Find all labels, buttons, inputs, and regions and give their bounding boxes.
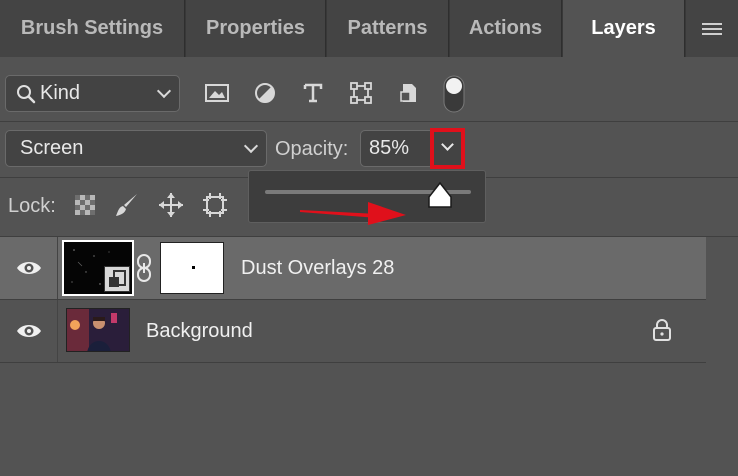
smart-object-badge-icon	[104, 266, 130, 292]
lock-transparent-pixels-button[interactable]	[70, 190, 100, 220]
shape-icon	[350, 82, 372, 104]
divider	[0, 362, 706, 363]
tab-properties[interactable]: Properties	[186, 0, 326, 57]
opacity-slider-thumb[interactable]	[427, 181, 453, 211]
lock-image-pixels-button[interactable]	[112, 190, 142, 220]
layer-mask-thumbnail[interactable]	[160, 242, 224, 294]
tab-layers[interactable]: Layers	[563, 0, 685, 57]
opacity-value: 85%	[369, 137, 410, 159]
lock-position-button[interactable]	[156, 190, 186, 220]
filter-pixel-layers-button[interactable]	[202, 78, 232, 108]
opacity-input[interactable]: 85%	[360, 130, 432, 167]
tab-label: Layers	[591, 17, 656, 39]
blend-mode-select[interactable]: Screen	[5, 130, 267, 167]
layer-row-background[interactable]: Background	[0, 300, 706, 362]
lock-artboard-button[interactable]	[200, 190, 230, 220]
half-circle-icon	[255, 83, 275, 103]
tab-label: Patterns	[347, 17, 428, 39]
toggle-switch-icon	[443, 75, 465, 113]
filter-kind-label: Kind	[40, 82, 81, 104]
tab-patterns[interactable]: Patterns	[327, 0, 449, 57]
brush-icon	[116, 194, 137, 216]
tab-label: Brush Settings	[20, 17, 164, 39]
layer-row-dust-overlays[interactable]: Dust Overlays 28	[0, 237, 706, 299]
panel-menu-button[interactable]	[686, 0, 738, 57]
opacity-label: Opacity:	[275, 138, 349, 160]
mask-dot	[192, 266, 195, 269]
filter-kind-select[interactable]: Kind	[5, 75, 180, 112]
layer-thumbnail[interactable]	[62, 240, 134, 296]
visibility-toggle[interactable]	[0, 237, 58, 299]
blend-mode-value: Screen	[20, 137, 84, 159]
photo-thumbnail-image	[67, 309, 129, 351]
eye-icon	[17, 325, 41, 337]
chevron-down-icon	[156, 83, 172, 99]
link-icon[interactable]	[136, 253, 152, 283]
filter-type-layers-button[interactable]	[298, 78, 328, 108]
checkerboard-icon	[75, 195, 95, 215]
filter-smart-objects-button[interactable]	[394, 78, 424, 108]
lock-icon[interactable]	[651, 318, 673, 342]
layer-name[interactable]: Dust Overlays 28	[241, 257, 394, 280]
visibility-toggle[interactable]	[0, 300, 58, 362]
lock-label: Lock:	[8, 195, 56, 217]
layer-thumbnail[interactable]	[66, 308, 130, 352]
artboard-icon	[203, 193, 227, 217]
hamburger-icon	[702, 22, 722, 35]
text-icon	[303, 83, 323, 103]
chevron-down-icon	[243, 138, 259, 154]
image-icon	[205, 84, 229, 102]
tab-actions[interactable]: Actions	[450, 0, 562, 57]
tab-label: Actions	[468, 17, 543, 39]
tab-label: Properties	[206, 17, 305, 39]
layer-name[interactable]: Background	[146, 320, 253, 343]
divider	[0, 121, 738, 122]
panel-tab-bar: Brush Settings Properties Patterns Actio…	[0, 0, 738, 57]
filter-adjustment-layers-button[interactable]	[250, 78, 280, 108]
tab-brush-settings[interactable]: Brush Settings	[0, 0, 185, 57]
annotation-arrow-icon	[300, 202, 406, 225]
layers-scrollbar-area[interactable]	[706, 238, 738, 476]
search-icon	[17, 84, 36, 103]
chevron-down-icon	[441, 138, 454, 151]
filter-shape-layers-button[interactable]	[346, 78, 376, 108]
eye-icon	[17, 262, 41, 274]
move-icon	[159, 193, 183, 217]
filter-toggle[interactable]	[440, 74, 468, 114]
smart-object-icon	[400, 84, 416, 102]
opacity-dropdown-button[interactable]	[430, 128, 465, 169]
